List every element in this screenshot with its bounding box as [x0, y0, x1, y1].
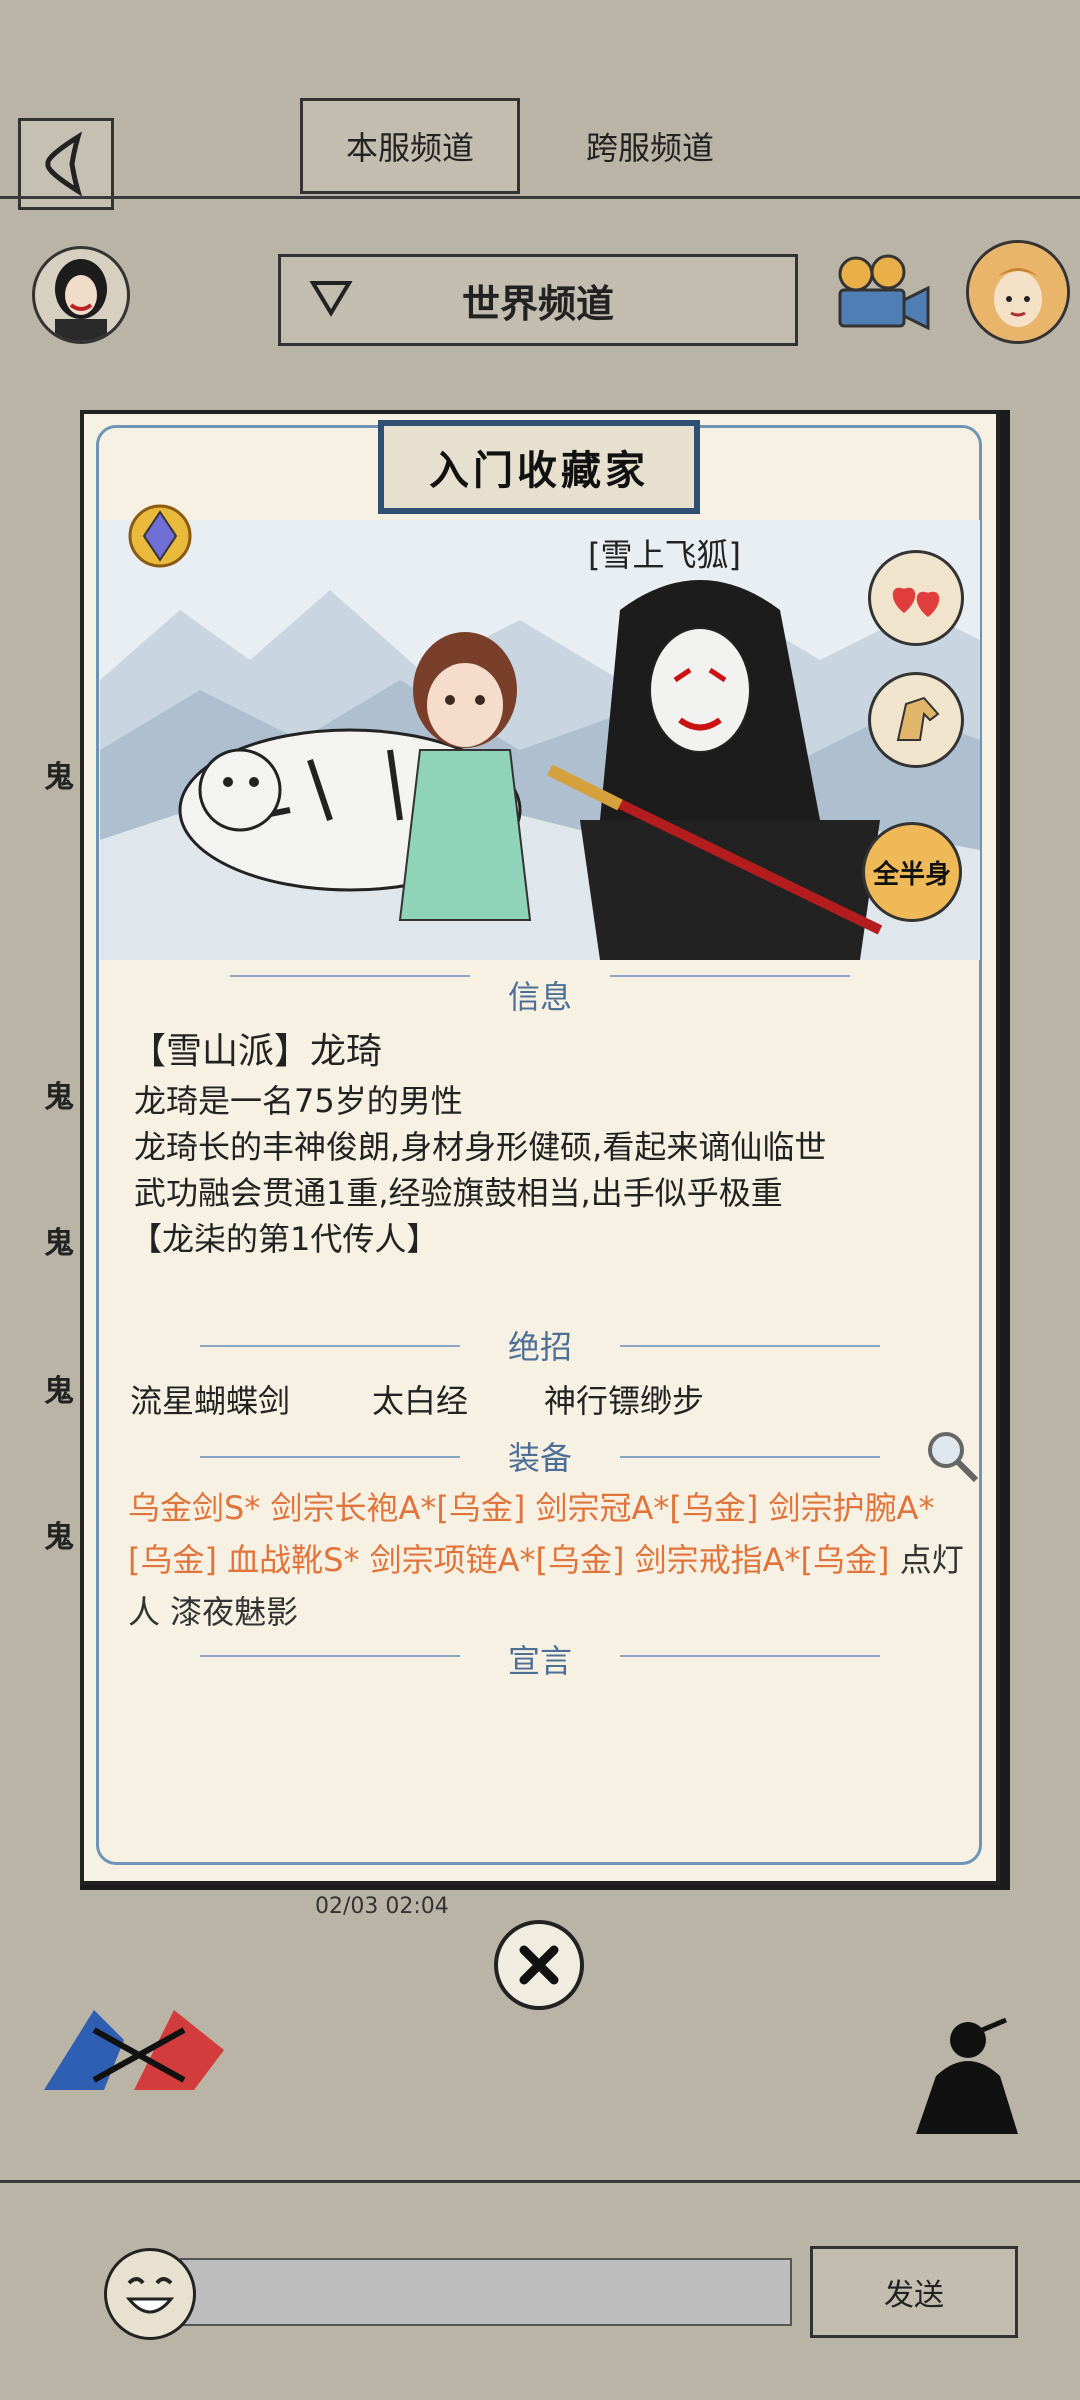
character-faction-name: 【雪山派】龙琦	[130, 1031, 383, 1072]
close-card-button[interactable]	[494, 1920, 584, 2010]
channel-dropdown-label: 世界频道	[461, 281, 614, 326]
close-icon	[519, 1945, 559, 1985]
tab-cross-server[interactable]: 跨服频道	[540, 98, 760, 194]
tab-local-server[interactable]: 本服频道	[300, 98, 520, 194]
rank-badge-icon	[124, 500, 196, 572]
skill-item: 太白经	[372, 1382, 469, 1420]
character-scene	[100, 520, 980, 960]
info-line: 武功融会贯通1重,经验旗鼓相当,出手似乎极重	[134, 1174, 783, 1212]
info-line: 【龙柒的第1代传人】	[130, 1220, 439, 1258]
header-divider	[0, 196, 1080, 199]
send-button[interactable]: 发送	[810, 2246, 1018, 2338]
emoji-button[interactable]	[104, 2248, 196, 2340]
skill-item: 流星蝴蝶剑	[130, 1382, 291, 1420]
chat-sender-label: 鬼	[44, 1374, 74, 1409]
npc-avatar[interactable]	[966, 240, 1070, 344]
chat-sender-label: 鬼	[44, 1226, 74, 1261]
full-half-body-label: 全半身	[872, 859, 951, 890]
player-avatar[interactable]	[32, 246, 130, 344]
chat-sender-label: 鬼	[44, 760, 74, 795]
character-name-tag: [雪上飞狐]	[588, 536, 741, 574]
section-info-heading: 信息	[507, 978, 572, 1016]
player-avatar-icon	[55, 259, 107, 341]
npc-avatar-icon	[969, 243, 1067, 341]
channel-dropdown[interactable]: 世界频道	[278, 254, 798, 346]
skill-item: 神行镖缈步	[544, 1382, 705, 1420]
chat-sender-label: 鬼	[44, 1080, 74, 1115]
meditation-icon[interactable]	[906, 2016, 1026, 2142]
like-button[interactable]	[868, 550, 964, 646]
chat-sender-label: 鬼	[44, 1520, 74, 1555]
equipment-list: 乌金剑S* 剑宗长袍A*[乌金] 剑宗冠A*[乌金] 剑宗护腕A*[乌金] 血战…	[128, 1482, 978, 1638]
info-line: 龙琦是一名75岁的男性	[134, 1082, 463, 1120]
duel-icon[interactable]	[34, 1990, 234, 2100]
section-skills-heading: 绝招	[507, 1328, 572, 1366]
mount-button[interactable]	[868, 672, 964, 768]
footer-divider	[0, 2180, 1080, 2183]
info-line: 龙琦长的丰神俊朗,身材身形健硕,看起来谪仙临世	[134, 1128, 827, 1166]
back-arrow-icon	[45, 131, 83, 197]
magnifier-icon[interactable]	[922, 1426, 982, 1486]
horse-icon	[896, 696, 940, 741]
hearts-icon	[892, 587, 940, 617]
section-equipment-heading: 装备	[507, 1439, 572, 1477]
message-timestamp: 02/03 02:04	[315, 1894, 449, 1919]
laughing-face-icon	[125, 2277, 175, 2314]
equipment-items-rare: 乌金剑S* 剑宗长袍A*[乌金] 剑宗冠A*[乌金] 剑宗护腕A*[乌金] 血战…	[128, 1489, 935, 1579]
chat-input[interactable]	[180, 2258, 792, 2326]
card-title-plaque: 入门收藏家	[378, 420, 700, 514]
dropdown-triangle-icon	[309, 281, 353, 317]
section-declaration-heading: 宣言	[507, 1642, 572, 1680]
full-half-body-toggle[interactable]: 全半身	[862, 822, 962, 922]
card-title: 入门收藏家	[429, 447, 649, 494]
video-camera-icon[interactable]	[828, 250, 932, 340]
